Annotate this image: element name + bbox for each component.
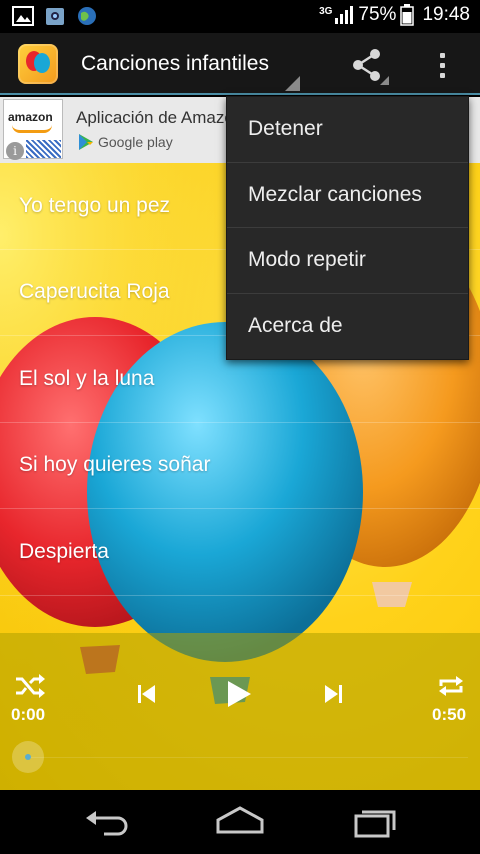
network-type-label: 3G	[319, 6, 333, 17]
total-time: 0:50	[432, 705, 467, 724]
repeat-icon[interactable]	[437, 673, 465, 699]
song-title: El sol y la luna	[19, 366, 155, 390]
list-item[interactable]: Despierta	[0, 509, 480, 596]
home-icon[interactable]	[210, 804, 270, 840]
menu-item-mezclar[interactable]: Mezclar canciones	[227, 163, 468, 228]
overflow-popup-menu: Detener Mezclar canciones Modo repetir A…	[226, 96, 469, 360]
previous-icon[interactable]	[136, 683, 158, 705]
back-icon[interactable]	[78, 804, 138, 840]
player-controls: 0:00 0:50	[0, 633, 480, 790]
song-title: Despierta	[19, 539, 109, 563]
action-bar: Canciones infantiles	[0, 33, 480, 95]
clock: 19:48	[422, 4, 470, 25]
ad-store: Google play	[78, 133, 173, 151]
overflow-menu-icon[interactable]	[428, 45, 456, 85]
recents-icon[interactable]	[344, 804, 404, 840]
app-title[interactable]: Canciones infantiles	[81, 52, 269, 76]
amazon-logo: amazon i	[3, 99, 63, 160]
song-title: Si hoy quieres soñar	[19, 453, 211, 477]
play-icon[interactable]	[225, 679, 253, 709]
battery-icon	[400, 4, 415, 26]
title-dropdown-caret	[285, 76, 300, 91]
progress-track[interactable]	[28, 757, 468, 758]
play-store-icon	[79, 134, 93, 150]
status-bar: 3G 75% 19:48	[0, 0, 480, 33]
info-icon[interactable]: i	[6, 142, 24, 160]
next-icon[interactable]	[322, 683, 344, 705]
list-item[interactable]: Si hoy quieres soñar	[0, 423, 480, 509]
song-title: Caperucita Roja	[19, 280, 170, 304]
menu-item-repetir[interactable]: Modo repetir	[227, 228, 468, 294]
ad-title: Aplicación de Amazon	[76, 108, 244, 127]
app-balloon-icon[interactable]	[18, 44, 58, 84]
menu-item-acerca[interactable]: Acerca de	[227, 294, 468, 360]
battery-percent: 75%	[358, 4, 397, 25]
signal-icon	[335, 6, 354, 24]
globe-icon	[78, 7, 96, 25]
progress-knob[interactable]	[12, 741, 44, 773]
navigation-bar	[0, 790, 480, 854]
photo-icon	[46, 8, 64, 25]
shuffle-icon[interactable]	[14, 673, 46, 699]
share-dropdown-caret	[380, 76, 389, 85]
gallery-icon	[12, 6, 34, 26]
menu-item-detener[interactable]: Detener	[227, 97, 468, 163]
current-time: 0:00	[11, 705, 46, 724]
song-title: Yo tengo un pez	[19, 193, 171, 217]
